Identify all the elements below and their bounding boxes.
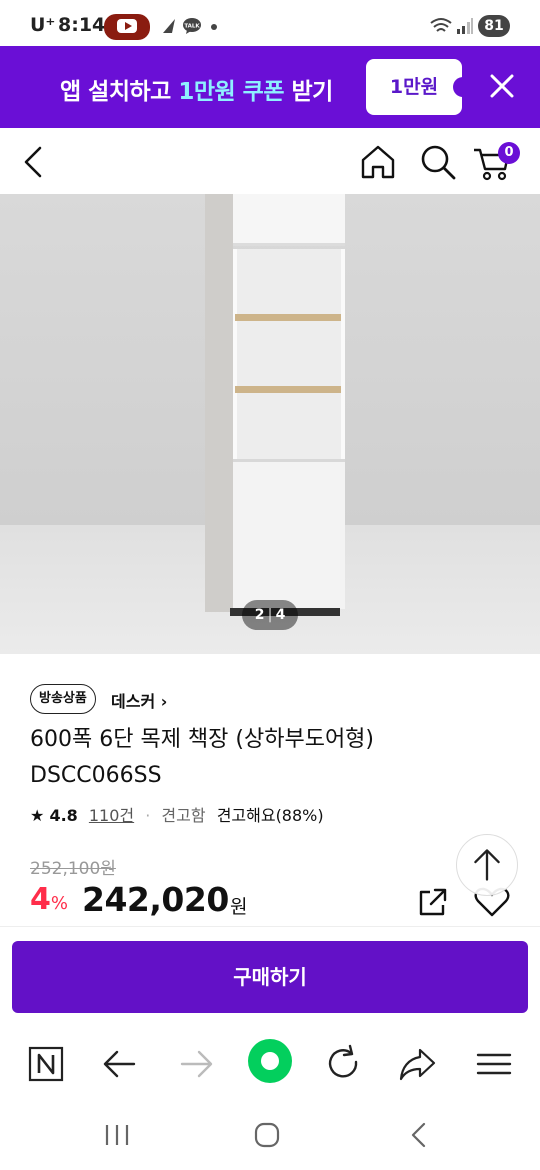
rating-score: 4.8 xyxy=(49,806,78,825)
back-arrow-icon[interactable] xyxy=(98,1042,142,1086)
refresh-icon[interactable] xyxy=(322,1042,366,1086)
naver-n-icon[interactable] xyxy=(24,1042,68,1086)
location-icon xyxy=(163,19,175,33)
wifi-icon xyxy=(430,18,452,32)
notification-dot-icon xyxy=(211,24,217,30)
recent-apps-icon[interactable] xyxy=(102,1120,132,1150)
discount-rate: 4% xyxy=(30,882,68,917)
talk-icon: TALK xyxy=(183,18,201,34)
share-icon[interactable] xyxy=(416,886,448,918)
broadcast-badge: 방송상품 xyxy=(30,684,96,714)
app-install-banner[interactable]: 앱 설치하고 1만원 쿠폰 받기 1만원 xyxy=(0,46,540,128)
buy-button[interactable]: 구매하기 xyxy=(12,941,528,1013)
product-info: 방송상품 데스커 › 600폭 6단 목제 책장 (상하부도어형) DSCC06… xyxy=(0,654,540,938)
youtube-icon xyxy=(104,14,150,40)
durability-value: 견고해요(88%) xyxy=(216,806,324,825)
product-image-gallery[interactable]: 2 | 4 xyxy=(0,194,540,654)
promo-message: 앱 설치하고 1만원 쿠폰 받기 xyxy=(60,79,333,105)
brand-link[interactable]: 데스커 › xyxy=(111,688,167,712)
signal-icon xyxy=(457,18,473,34)
system-back-icon[interactable] xyxy=(404,1120,434,1150)
review-count-link[interactable]: 110건 xyxy=(89,806,134,825)
promo-highlight: 1만원 쿠폰 xyxy=(178,79,284,105)
original-price: 252,100원 xyxy=(30,859,116,879)
sale-price: 242,020 xyxy=(82,880,229,919)
promo-coupon[interactable]: 1만원 xyxy=(366,59,463,115)
currency-unit: 원 xyxy=(230,896,248,918)
cart-count-badge: 0 xyxy=(498,142,520,164)
svg-text:TALK: TALK xyxy=(184,24,200,30)
top-nav xyxy=(0,128,540,194)
purchase-bar: 구매하기 xyxy=(0,926,540,1024)
menu-icon[interactable] xyxy=(472,1042,516,1086)
carrier-label: U⁺ xyxy=(30,14,56,36)
home-button-icon[interactable] xyxy=(252,1120,282,1150)
battery-indicator: 81 xyxy=(478,15,510,37)
chevron-left-icon[interactable] xyxy=(14,142,54,182)
system-nav-bar xyxy=(0,1102,540,1170)
arrow-up-icon[interactable] xyxy=(456,834,518,896)
naver-green-dot-icon[interactable] xyxy=(248,1039,292,1083)
forward-arrow-icon[interactable] xyxy=(174,1042,218,1086)
close-icon[interactable] xyxy=(484,68,520,104)
search-icon[interactable] xyxy=(418,142,458,182)
product-title: 600폭 6단 목제 책장 (상하부도어형) DSCC066SS xyxy=(30,727,375,788)
durability-label: 견고함 xyxy=(161,806,206,825)
product-image xyxy=(205,194,233,612)
image-pager: 2 | 4 xyxy=(242,600,298,630)
browser-toolbar xyxy=(0,1024,540,1102)
home-icon[interactable] xyxy=(358,142,398,182)
share-arrow-icon[interactable] xyxy=(396,1042,440,1086)
status-bar: U⁺ 8:14 TALK 81 xyxy=(0,0,540,46)
clock: 8:14 xyxy=(58,14,106,36)
rating-row: ★ 4.8 110건 · 견고함 견고해요(88%) xyxy=(30,806,324,825)
star-icon: ★ xyxy=(30,806,45,825)
